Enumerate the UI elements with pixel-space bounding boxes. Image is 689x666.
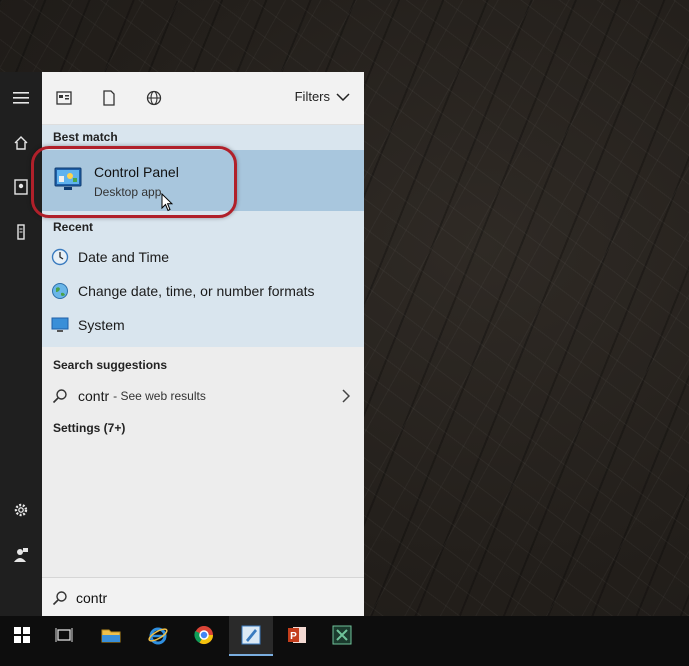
recent-heading: Recent xyxy=(53,220,94,234)
search-box[interactable]: contr xyxy=(42,577,364,617)
filters-dropdown[interactable]: Filters xyxy=(295,89,350,104)
best-match-item[interactable]: Control Panel Desktop app xyxy=(31,146,364,218)
active-app-icon[interactable] xyxy=(229,616,273,656)
recent-item-change-formats[interactable]: Change date, time, or number formats xyxy=(42,274,364,308)
apps-scope-icon[interactable] xyxy=(54,88,74,108)
chevron-down-icon xyxy=(336,92,350,101)
filters-label: Filters xyxy=(294,89,330,104)
region-globe-icon xyxy=(50,281,70,301)
powerpoint-icon[interactable]: P xyxy=(275,616,319,654)
clock-icon xyxy=(50,247,70,267)
tower-device-icon[interactable] xyxy=(0,214,42,250)
mouse-cursor-icon xyxy=(161,192,174,217)
recent-item-system[interactable]: System xyxy=(42,308,364,342)
task-view-icon[interactable] xyxy=(42,616,86,654)
settings-gear-icon[interactable] xyxy=(0,492,42,528)
windows-start-icon[interactable] xyxy=(0,616,44,654)
search-panel: Filters Best match Control Panel Desktop… xyxy=(31,72,364,617)
web-scope-globe-icon[interactable] xyxy=(144,88,164,108)
recent-item-label: Date and Time xyxy=(78,249,170,265)
recent-item-date-and-time[interactable]: Date and Time xyxy=(42,240,364,274)
app-icon[interactable] xyxy=(320,616,364,654)
taskbar: P xyxy=(0,616,689,666)
hamburger-menu-icon[interactable] xyxy=(0,80,42,116)
chrome-icon[interactable] xyxy=(182,616,226,654)
see-web-results-label: - See web results xyxy=(113,389,206,403)
svg-text:P: P xyxy=(290,631,297,642)
internet-explorer-icon[interactable] xyxy=(136,616,180,654)
web-suggestion-item[interactable]: contr - See web results xyxy=(42,379,364,413)
highlight-annotation-outline xyxy=(31,146,237,218)
recent-item-label: Change date, time, or number formats xyxy=(78,283,315,299)
settings-heading[interactable]: Settings (7+) xyxy=(53,421,125,435)
search-suggestions-heading: Search suggestions xyxy=(53,358,168,372)
search-icon xyxy=(50,386,70,406)
documents-scope-icon[interactable] xyxy=(99,88,119,108)
results-section: Best match Control Panel Desktop app Rec… xyxy=(31,125,364,347)
suggestions-section: Search suggestions contr - See web resul… xyxy=(42,347,364,577)
best-match-heading: Best match xyxy=(53,130,118,144)
monitor-icon xyxy=(50,315,70,335)
user-feedback-icon[interactable] xyxy=(0,537,42,573)
chevron-right-icon xyxy=(342,389,350,403)
search-scope-toolbar: Filters xyxy=(42,72,364,125)
suggestion-query: contr xyxy=(78,388,110,404)
recent-item-label: System xyxy=(78,317,125,333)
search-icon xyxy=(50,588,70,608)
file-explorer-icon[interactable] xyxy=(89,616,133,654)
search-input[interactable]: contr xyxy=(76,590,107,606)
